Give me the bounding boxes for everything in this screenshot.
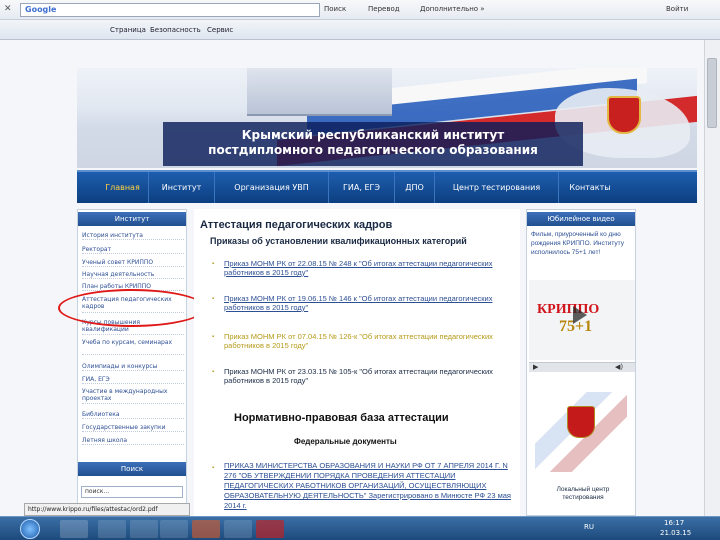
right-sidebar: Юбилейное видео Фильм, приуроченный ко д… (526, 209, 636, 516)
sidebar-item-council[interactable]: Ученый совет КРИППО (82, 259, 184, 267)
doc-link[interactable]: ПРИКАЗ МИНИСТЕРСТВА ОБРАЗОВАНИЯ И НАУКИ … (224, 461, 518, 511)
search-button[interactable]: Поиск (324, 5, 346, 13)
site-banner: Крымский республиканский институт постди… (77, 68, 697, 168)
pdf-taskbar-icon[interactable] (256, 520, 284, 538)
sidebar-item-history[interactable]: История института (82, 232, 184, 240)
order-bullet-icon: ▪ (212, 334, 215, 340)
sidebar-item-olympiads[interactable]: Олимпиады и конкурсы (82, 363, 184, 371)
nav-home[interactable]: Главная (97, 172, 149, 203)
close-tab-icon[interactable]: ✕ (4, 4, 12, 14)
order-link-3[interactable]: Приказ МОНМ РК от 07.04.15 № 126-к "Об и… (224, 332, 514, 350)
tools-menu[interactable]: Сервис (207, 26, 233, 34)
left-sidebar: Институт История института Ректорат Учен… (77, 209, 187, 516)
crimea-emblem-icon (607, 96, 641, 134)
sidebar-item-library[interactable]: Библиотека (82, 411, 184, 419)
testing-center-label[interactable]: Локальный центр тестирования (541, 486, 625, 502)
sidebar-item-study[interactable]: Учеба по курсам, семинарах (82, 339, 184, 355)
nav-dpo[interactable]: ДПО (395, 172, 435, 203)
nav-contacts[interactable]: Контакты (559, 172, 621, 203)
video-player[interactable]: КРИППО 75+1 (529, 280, 635, 360)
chrome-taskbar-icon[interactable] (160, 520, 188, 538)
command-bar: Страница Безопасность Сервис (0, 20, 720, 40)
security-menu[interactable]: Безопасность (150, 26, 201, 34)
folder-taskbar-icon[interactable] (224, 520, 252, 538)
site-title-line1: Крымский республиканский институт (241, 128, 505, 142)
taskbar: RU 16:17 21.03.15 (0, 516, 720, 540)
search-input[interactable]: Google (20, 3, 320, 17)
search-engine-label: Google (25, 5, 57, 14)
sign-in-button[interactable]: Войти (666, 5, 688, 13)
video-description: Фильм, приуроченный ко дню рождения КРИП… (531, 231, 624, 256)
doc-bullet-icon: ▪ (212, 465, 215, 471)
ie-taskbar-icon[interactable] (60, 520, 88, 538)
sidebar-item-projects[interactable]: Участие в международных проектах (82, 388, 184, 404)
sidebar-item-gia[interactable]: ГИА, ЕГЭ (82, 376, 184, 384)
order-bullet-icon: ▪ (212, 296, 215, 302)
video-header: Юбилейное видео (527, 212, 635, 226)
order-bullet-icon: ▪ (212, 261, 215, 267)
powerpoint-taskbar-icon[interactable] (192, 520, 220, 538)
start-button-icon[interactable] (20, 519, 40, 539)
nav-uvp[interactable]: Организация УВП (215, 172, 329, 203)
section-title: Нормативно-правовая база аттестации (234, 412, 449, 424)
site-search-input[interactable]: поиск... (81, 486, 183, 498)
browser-toolbar: ✕ Google Поиск Перевод Дополнительно » В… (0, 0, 720, 20)
order-link-2[interactable]: Приказ МОНМ РК от 19.06.15 № 146 к "Об и… (224, 294, 514, 312)
testing-center-logo[interactable] (535, 392, 627, 472)
section-subtitle: Федеральные документы (294, 437, 397, 446)
translate-button[interactable]: Перевод (368, 5, 400, 13)
sidebar-item-rectorate[interactable]: Ректорат (82, 246, 184, 254)
volume-icon[interactable]: ◀) (615, 363, 623, 371)
clock-time: 16:17 (664, 519, 685, 527)
page-menu[interactable]: Страница (110, 26, 146, 34)
play-icon[interactable] (573, 306, 587, 324)
sidebar-item-procurement[interactable]: Государственные закупки (82, 424, 184, 432)
clock-date: 21.03.15 (660, 529, 692, 537)
video-title: КРИППО (537, 302, 600, 317)
search-header: Поиск (78, 462, 186, 476)
sidebar-header: Институт (78, 212, 186, 226)
main-nav: Главная Институт Организация УВП ГИА, ЕГ… (77, 170, 697, 203)
video-controls[interactable]: ▶ ◀) (529, 362, 635, 372)
more-button[interactable]: Дополнительно » (420, 5, 485, 13)
language-indicator[interactable]: RU (584, 523, 594, 531)
scrollbar-thumb[interactable] (707, 58, 717, 128)
sidebar-item-summer-school[interactable]: Летняя школа (82, 437, 184, 445)
order-bullet-icon: ▪ (212, 369, 215, 375)
nav-testing-center[interactable]: Центр тестирования (435, 172, 559, 203)
page-title: Аттестация педагогических кадров (200, 219, 393, 231)
media-taskbar-icon[interactable] (130, 520, 158, 538)
orders-subtitle: Приказы об установлении квалификационных… (210, 236, 467, 246)
order-link-1[interactable]: Приказ МОНМ РК от 22.08.15 № 248 к "Об и… (224, 259, 514, 277)
coat-of-arms-icon (567, 406, 595, 438)
nav-gia[interactable]: ГИА, ЕГЭ (329, 172, 395, 203)
nav-institute[interactable]: Институт (149, 172, 215, 203)
explorer-taskbar-icon[interactable] (98, 520, 126, 538)
status-url: http://www.krippo.ru/files/attestac/ord2… (24, 503, 190, 516)
site-title-line2: постдипломного педагогического образован… (208, 143, 538, 157)
play-control-icon[interactable]: ▶ (533, 363, 538, 371)
highlight-oval (58, 289, 206, 327)
main-content: Аттестация педагогических кадров Приказы… (194, 209, 520, 516)
site-title: Крымский республиканский институт постди… (163, 122, 583, 166)
sidebar-item-science[interactable]: Научная деятельность (82, 271, 184, 279)
building-image (247, 68, 392, 116)
order-link-4[interactable]: Приказ МОНМ РК от 23.03.15 № 105-к "Об и… (224, 367, 514, 385)
